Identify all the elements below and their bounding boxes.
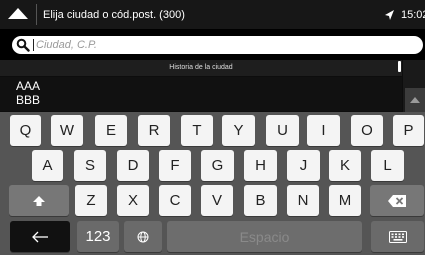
key-h[interactable]: H (244, 150, 277, 181)
key-k[interactable]: K (329, 150, 361, 181)
title-separator (36, 4, 37, 25)
title-bar: Elija ciudad o cód.post. (300) 15:02 (0, 0, 425, 29)
shift-icon (33, 195, 45, 206)
key-d[interactable]: D (117, 150, 149, 181)
language-key[interactable] (124, 221, 162, 252)
key-o[interactable]: O (351, 115, 383, 146)
gps-icon (385, 10, 394, 20)
key-p[interactable]: P (393, 115, 424, 146)
key-u[interactable]: U (266, 115, 299, 146)
back-arrow-icon (8, 8, 28, 19)
key-b[interactable]: B (244, 185, 277, 216)
globe-icon (137, 231, 149, 242)
key-c[interactable]: C (159, 185, 191, 216)
scroll-thumb[interactable] (398, 61, 401, 72)
backspace-icon (388, 194, 406, 207)
city-history-panel: Historia de la ciudad AAA BBB (0, 60, 425, 112)
key-g[interactable]: G (201, 150, 234, 181)
key-f[interactable]: F (159, 150, 191, 181)
enter-arrow-icon (32, 231, 48, 242)
search-input[interactable] (36, 37, 416, 53)
backspace-key[interactable] (370, 185, 424, 216)
back-button[interactable] (0, 0, 36, 29)
history-item-bbb[interactable]: BBB (16, 94, 40, 106)
hide-keyboard-key[interactable] (371, 221, 424, 252)
key-y[interactable]: Y (222, 115, 255, 146)
key-l[interactable]: L (371, 150, 404, 181)
keyboard-hide-icon (388, 230, 407, 243)
key-z[interactable]: Z (75, 185, 107, 216)
page-title: Elija ciudad o cód.post. (300) (43, 9, 185, 21)
list-item[interactable]: AAA BBB (0, 77, 402, 111)
text-caret (33, 39, 34, 51)
clock: 15:02 (401, 9, 425, 21)
key-e[interactable]: E (95, 115, 127, 146)
key-m[interactable]: M (329, 185, 361, 216)
scroll-up-button[interactable] (405, 88, 425, 112)
key-n[interactable]: N (287, 185, 319, 216)
key-a[interactable]: A (32, 150, 63, 181)
history-item-aaa[interactable]: AAA (16, 80, 40, 92)
shift-key[interactable] (9, 185, 69, 216)
key-s[interactable]: S (74, 150, 106, 181)
search-icon (16, 38, 30, 52)
key-r[interactable]: R (138, 115, 170, 146)
history-header: Historia de la ciudad (0, 60, 402, 76)
key-t[interactable]: T (181, 115, 213, 146)
numbers-key[interactable]: 123 (77, 221, 119, 252)
search-bar[interactable] (12, 36, 423, 54)
key-x[interactable]: X (117, 185, 149, 216)
enter-key[interactable] (10, 221, 70, 252)
key-q[interactable]: Q (10, 115, 41, 146)
key-v[interactable]: V (201, 185, 233, 216)
key-j[interactable]: J (287, 150, 320, 181)
on-screen-keyboard: Q W E R T Y U I O P A S D F G H J K L Z … (0, 112, 425, 255)
space-key[interactable]: Espacio (167, 221, 362, 252)
key-w[interactable]: W (51, 115, 83, 146)
key-i[interactable]: I (307, 115, 340, 146)
chevron-up-icon (410, 97, 420, 103)
